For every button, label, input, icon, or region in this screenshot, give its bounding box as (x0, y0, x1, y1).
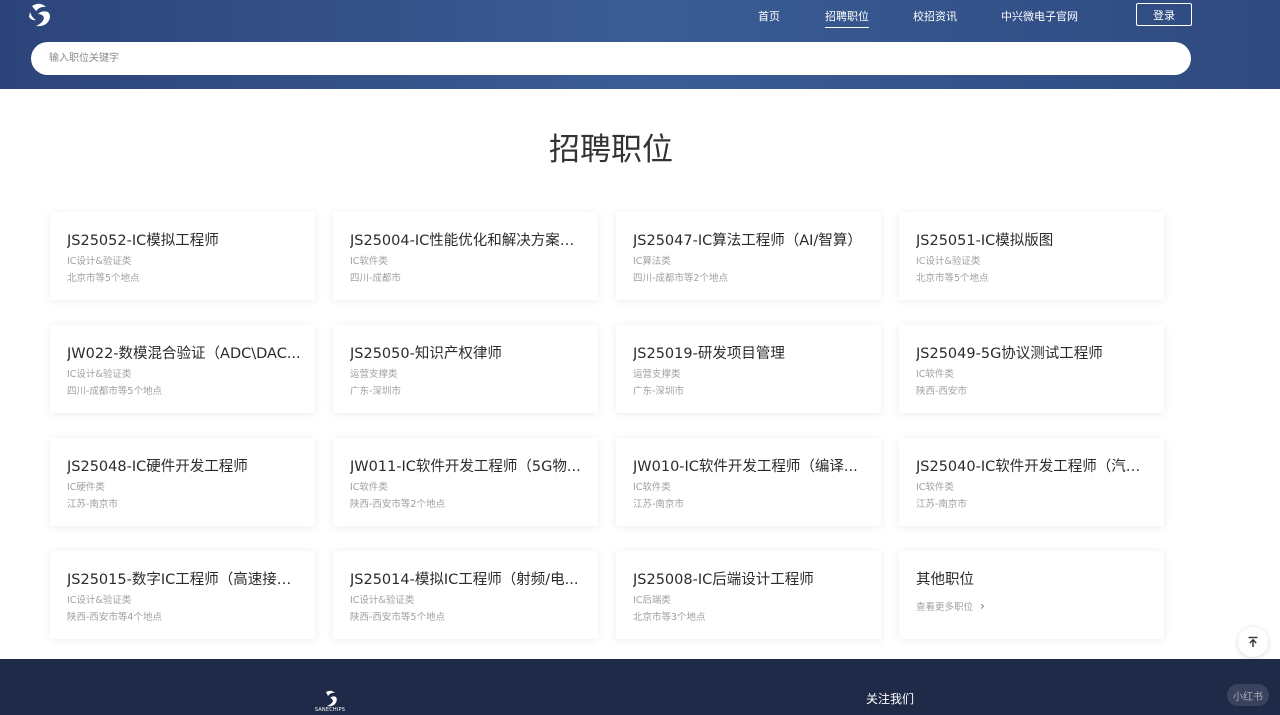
follow-us-label: 关注我们 (866, 692, 915, 706)
job-category: IC软件类 (916, 482, 954, 493)
job-category: 运营支撑类 (350, 369, 398, 380)
nav-item-jobs[interactable]: 招聘职位 (825, 8, 869, 28)
other-jobs-card[interactable]: 其他职位 查看更多职位 › (899, 551, 1164, 639)
nav-item-home[interactable]: 首页 (758, 8, 780, 24)
job-card[interactable]: JS25004-IC性能优化和解决方案（... IC软件类 四川-成都市 (333, 212, 598, 300)
job-card[interactable]: JS25014-模拟IC工程师（射频/电... IC设计&验证类 陕西-西安市等… (333, 551, 598, 639)
job-title: JS25004-IC性能优化和解决方案（... (350, 233, 586, 249)
job-card[interactable]: JW011-IC软件开发工程师（5G物... IC软件类 陕西-西安市等2个地点 (333, 438, 598, 526)
arrow-up-to-line-icon (1248, 636, 1258, 647)
job-location: 四川-成都市等2个地点 (633, 273, 728, 284)
job-category: IC算法类 (633, 256, 671, 267)
job-category: IC设计&验证类 (350, 595, 415, 606)
view-more-link[interactable]: 查看更多职位 › (916, 599, 985, 613)
job-title: JS25014-模拟IC工程师（射频/电... (350, 572, 579, 588)
job-category: IC软件类 (350, 482, 388, 493)
job-location: 四川-成都市 (350, 273, 401, 284)
job-card[interactable]: JS25051-IC模拟版图 IC设计&验证类 北京市等5个地点 (899, 212, 1164, 300)
nav-item-official-site[interactable]: 中兴微电子官网 (1001, 8, 1078, 24)
job-card[interactable]: JS25052-IC模拟工程师 IC设计&验证类 北京市等5个地点 (50, 212, 315, 300)
job-location: 江苏-南京市 (633, 499, 684, 510)
job-title: JS25040-IC软件开发工程师（汽车... (916, 459, 1152, 475)
job-location: 陕西-西安市 (916, 386, 967, 397)
footer: SANECHIPS 关注我们 小红书 (0, 659, 1280, 715)
job-location: 四川-成都市等5个地点 (67, 386, 162, 397)
footer-logo: SANECHIPS (311, 689, 349, 715)
job-category: IC软件类 (916, 369, 954, 380)
job-location: 江苏-南京市 (67, 499, 118, 510)
job-category: IC设计&验证类 (67, 595, 132, 606)
other-jobs-title: 其他职位 (916, 572, 974, 588)
job-card[interactable]: JS25047-IC算法工程师（AI/智算） IC算法类 四川-成都市等2个地点 (616, 212, 881, 300)
nav-item-campus-news[interactable]: 校招资讯 (913, 8, 957, 24)
job-location: 北京市等5个地点 (67, 273, 140, 284)
sanechips-logo-icon (326, 690, 337, 707)
job-title: JS25049-5G协议测试工程师 (916, 346, 1103, 362)
job-category: IC软件类 (633, 482, 671, 493)
job-location: 广东-深圳市 (350, 386, 401, 397)
job-card[interactable]: JW010-IC软件开发工程师（编译... IC软件类 江苏-南京市 (616, 438, 881, 526)
job-location: 陕西-西安市等2个地点 (350, 499, 445, 510)
job-category: IC设计&验证类 (67, 369, 132, 380)
main-nav: 首页 招聘职位 校招资讯 中兴微电子官网 (0, 0, 1280, 32)
job-category: IC设计&验证类 (67, 256, 132, 267)
job-title: JS25051-IC模拟版图 (916, 233, 1054, 249)
job-location: 北京市等5个地点 (916, 273, 989, 284)
job-card[interactable]: JS25048-IC硬件开发工程师 IC硬件类 江苏-南京市 (50, 438, 315, 526)
job-card[interactable]: JS25040-IC软件开发工程师（汽车... IC软件类 江苏-南京市 (899, 438, 1164, 526)
job-title: JS25047-IC算法工程师（AI/智算） (633, 233, 862, 249)
search-input[interactable] (31, 42, 1191, 75)
job-title: JS25048-IC硬件开发工程师 (67, 459, 248, 475)
top-header: 首页 招聘职位 校招资讯 中兴微电子官网 登录 (0, 0, 1280, 89)
job-category: IC后端类 (633, 595, 671, 606)
job-title: JS25019-研发项目管理 (633, 346, 785, 362)
back-to-top-button[interactable] (1238, 627, 1268, 657)
view-more-label: 查看更多职位 (916, 602, 974, 613)
job-card[interactable]: JS25050-知识产权律师 运营支撑类 广东-深圳市 (333, 325, 598, 413)
job-location: 江苏-南京市 (916, 499, 967, 510)
job-card[interactable]: JS25019-研发项目管理 运营支撑类 广东-深圳市 (616, 325, 881, 413)
job-card[interactable]: JW022-数模混合验证（ADC\DAC... IC设计&验证类 四川-成都市等… (50, 325, 315, 413)
job-card[interactable]: JS25008-IC后端设计工程师 IC后端类 北京市等3个地点 (616, 551, 881, 639)
job-title: JS25015-数字IC工程师（高速接口... (67, 572, 303, 588)
job-category: IC软件类 (350, 256, 388, 267)
job-title: JW011-IC软件开发工程师（5G物... (350, 459, 581, 475)
footer-logo-text: SANECHIPS (314, 707, 346, 713)
job-title: JS25008-IC后端设计工程师 (633, 572, 814, 588)
job-category: IC硬件类 (67, 482, 105, 493)
job-location: 广东-深圳市 (633, 386, 684, 397)
login-button[interactable]: 登录 (1136, 3, 1192, 26)
job-title: JW022-数模混合验证（ADC\DAC... (67, 346, 301, 362)
job-title: JS25050-知识产权律师 (350, 346, 502, 362)
job-card[interactable]: JS25015-数字IC工程师（高速接口... IC设计&验证类 陕西-西安市等… (50, 551, 315, 639)
job-title: JW010-IC软件开发工程师（编译... (633, 459, 858, 475)
job-location: 陕西-西安市等5个地点 (350, 612, 445, 623)
job-card[interactable]: JS25049-5G协议测试工程师 IC软件类 陕西-西安市 (899, 325, 1164, 413)
page-title: 招聘职位 (549, 132, 673, 168)
job-title: JS25052-IC模拟工程师 (67, 233, 219, 249)
watermark-badge: 小红书 (1227, 684, 1269, 706)
job-location: 陕西-西安市等4个地点 (67, 612, 162, 623)
job-category: 运营支撑类 (633, 369, 681, 380)
chevron-right-icon: › (980, 599, 985, 613)
job-location: 北京市等3个地点 (633, 612, 706, 623)
job-category: IC设计&验证类 (916, 256, 981, 267)
